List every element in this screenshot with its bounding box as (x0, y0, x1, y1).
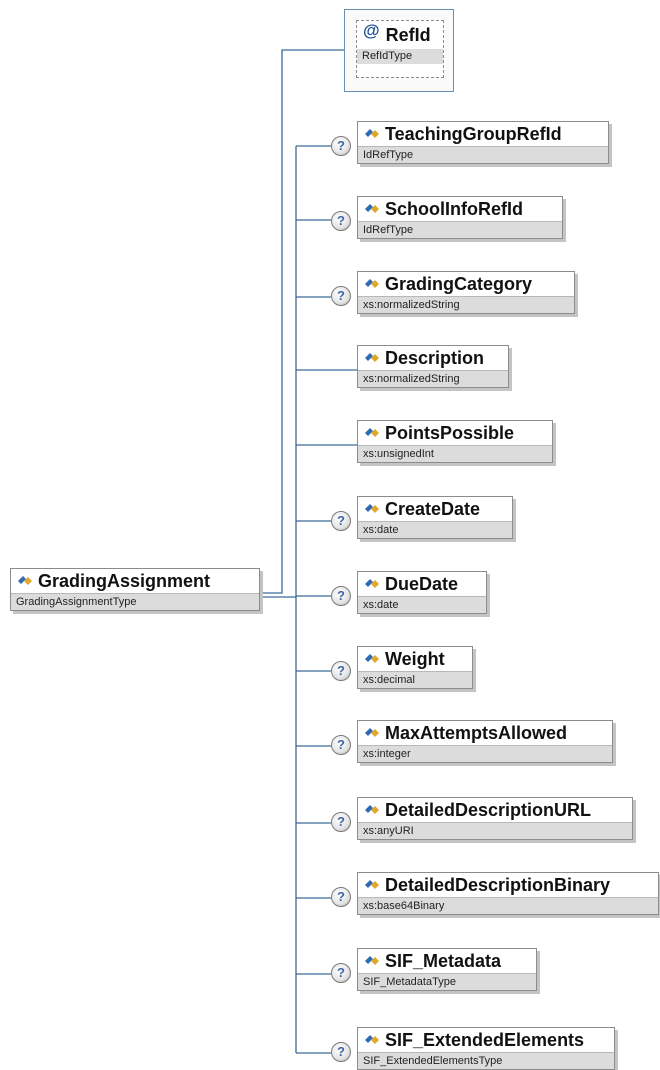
child-element-name: DetailedDescriptionURL (385, 799, 592, 820)
child-element-name: CreateDate (385, 498, 481, 519)
element-icon (365, 129, 379, 138)
root-element-box[interactable]: GradingAssignment GradingAssignmentType (10, 568, 260, 611)
child-element-name: TeachingGroupRefId (385, 123, 562, 144)
child-element-type: SIF_ExtendedElementsType (358, 1052, 614, 1069)
child-element-box[interactable]: CreateDate xs:date (357, 496, 513, 539)
child-element-type: xs:date (358, 521, 512, 538)
child-element-box[interactable]: Description xs:normalizedString (357, 345, 509, 388)
child-element-box[interactable]: DueDate xs:date (357, 571, 487, 614)
element-icon (365, 204, 379, 213)
optional-marker-icon: ? (331, 586, 351, 606)
element-icon (365, 880, 379, 889)
child-element-name: GradingCategory (385, 273, 533, 294)
child-element-type: SIF_MetadataType (358, 973, 536, 990)
child-element-name: DetailedDescriptionBinary (385, 874, 611, 895)
child-element-name: Description (385, 347, 485, 368)
child-element-name: DueDate (385, 573, 459, 594)
element-icon (365, 279, 379, 288)
child-element-box[interactable]: DetailedDescriptionBinary xs:base64Binary (357, 872, 659, 915)
element-icon (365, 428, 379, 437)
root-element-name: GradingAssignment (38, 570, 211, 591)
child-element-box[interactable]: PointsPossible xs:unsignedInt (357, 420, 553, 463)
child-element-type: IdRefType (358, 221, 562, 238)
child-element-box[interactable]: SIF_Metadata SIF_MetadataType (357, 948, 537, 991)
element-icon (365, 579, 379, 588)
child-element-type: IdRefType (358, 146, 608, 163)
optional-marker-icon: ? (331, 1042, 351, 1062)
optional-marker-icon: ? (331, 963, 351, 983)
child-element-box[interactable]: TeachingGroupRefId IdRefType (357, 121, 609, 164)
optional-marker-icon: ? (331, 286, 351, 306)
child-element-name: PointsPossible (385, 422, 515, 443)
child-element-box[interactable]: MaxAttemptsAllowed xs:integer (357, 720, 613, 763)
element-icon (365, 728, 379, 737)
element-icon (365, 504, 379, 513)
child-element-box[interactable]: DetailedDescriptionURL xs:anyURI (357, 797, 633, 840)
attribute-type: RefIdType (357, 49, 443, 64)
child-element-name: SIF_Metadata (385, 950, 502, 971)
element-icon (365, 956, 379, 965)
element-icon (365, 654, 379, 663)
element-icon (18, 576, 32, 585)
optional-marker-icon: ? (331, 887, 351, 907)
child-element-type: xs:normalizedString (358, 370, 508, 387)
child-element-box[interactable]: GradingCategory xs:normalizedString (357, 271, 575, 314)
optional-marker-icon: ? (331, 735, 351, 755)
child-element-box[interactable]: SIF_ExtendedElements SIF_ExtendedElements… (357, 1027, 615, 1070)
child-element-type: xs:integer (358, 745, 612, 762)
child-element-name: MaxAttemptsAllowed (385, 722, 568, 743)
root-element-type: GradingAssignmentType (11, 593, 259, 610)
element-icon (365, 1035, 379, 1044)
element-icon (365, 353, 379, 362)
child-element-type: xs:date (358, 596, 486, 613)
child-element-type: xs:anyURI (358, 822, 632, 839)
optional-marker-icon: ? (331, 511, 351, 531)
attribute-box-refid[interactable]: @ RefId RefIdType (356, 20, 444, 78)
optional-marker-icon: ? (331, 136, 351, 156)
attribute-icon: @ (363, 21, 380, 40)
optional-marker-icon: ? (331, 812, 351, 832)
child-element-type: xs:unsignedInt (358, 445, 552, 462)
child-element-type: xs:decimal (358, 671, 472, 688)
optional-marker-icon: ? (331, 661, 351, 681)
child-element-box[interactable]: Weight xs:decimal (357, 646, 473, 689)
attribute-name: RefId (385, 24, 431, 45)
element-icon (365, 805, 379, 814)
child-element-name: Weight (385, 648, 445, 669)
child-element-box[interactable]: SchoolInfoRefId IdRefType (357, 196, 563, 239)
optional-marker-icon: ? (331, 211, 351, 231)
child-element-name: SIF_ExtendedElements (385, 1029, 585, 1050)
child-element-type: xs:base64Binary (358, 897, 658, 914)
child-element-type: xs:normalizedString (358, 296, 574, 313)
child-element-name: SchoolInfoRefId (385, 198, 523, 219)
